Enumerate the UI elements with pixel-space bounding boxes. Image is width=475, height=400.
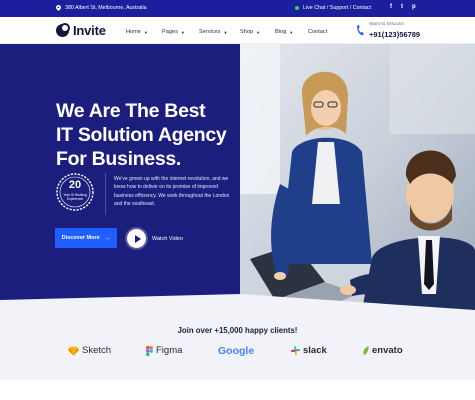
brand-slack: slack [291, 345, 327, 356]
brand-name: Sketch [82, 345, 112, 356]
badge-number: 20 [68, 179, 82, 191]
figma-logo-icon [146, 345, 153, 356]
nav-item-shop[interactable]: Shop ▼ [240, 29, 260, 35]
headline-line: IT Solution Agency [56, 124, 227, 146]
phone-icon [357, 25, 364, 36]
nav-item-services[interactable]: Services ▼ [199, 29, 227, 35]
brand-name: Figma [156, 345, 183, 356]
brand-google: Google [218, 345, 254, 357]
nav-item-home[interactable]: Home ▼ [126, 29, 148, 35]
nav-label: Contact [308, 29, 328, 35]
badge-seal-icon [56, 173, 94, 211]
nav-item-pages[interactable]: Pages ▼ [162, 29, 185, 35]
hero-description: We've grown up with the internet revolut… [114, 176, 230, 207]
chevron-down-icon: ▼ [256, 29, 261, 35]
nav-label: Blog [275, 29, 287, 35]
hero-section [0, 44, 240, 300]
page-footer-space [0, 380, 475, 400]
badge-caption: Year Of Working Experience [63, 193, 87, 201]
nav-label: Home [126, 29, 141, 35]
chevron-down-icon: ▼ [223, 29, 228, 35]
brand-name: slack [303, 345, 327, 356]
nav-label: Pages [162, 29, 178, 35]
live-chat-link[interactable]: Live Chat / Support / Contact [295, 5, 371, 11]
twitter-icon[interactable]: t [401, 4, 403, 10]
nav-item-contact[interactable]: Contact [308, 29, 327, 35]
watch-video-link[interactable]: Watch Video [152, 236, 183, 242]
site-header: Invite Home ▼ Pages ▼ Services ▼ Shop ▼ Blog… [0, 17, 475, 44]
live-chat-text[interactable]: Live Chat / Support / Contact [303, 5, 371, 11]
top-bar: 380 Albert St, Melbourne, Australia Live… [0, 0, 475, 17]
chevron-down-icon: ▼ [180, 29, 185, 35]
nav-item-blog[interactable]: Blog ▼ [275, 29, 293, 35]
address-text: 380 Albert St, Melbourne, Australia [65, 5, 147, 11]
slack-logo-icon [291, 346, 300, 355]
brand-name: envato [372, 345, 403, 356]
chevron-down-icon: ▼ [143, 29, 148, 35]
facebook-icon[interactable]: f [390, 4, 392, 10]
brand-figma: Figma [146, 345, 182, 356]
nav-label: Services [199, 29, 221, 35]
envato-leaf-icon [363, 346, 369, 355]
office-team-illustration [240, 44, 475, 320]
pinterest-icon[interactable]: p [412, 4, 416, 10]
experience-badge: 20 Year Of Working Experience [55, 172, 95, 212]
headline-line: For Business. [56, 148, 182, 170]
divider [105, 173, 106, 215]
hero-photo [240, 44, 475, 320]
brand-envato: envato [363, 345, 403, 356]
sketch-logo-icon [68, 346, 79, 356]
phone-number[interactable]: +91(123)56789 [369, 30, 420, 39]
discover-more-button[interactable]: Discover More → [55, 228, 117, 248]
discover-more-label: Discover More [61, 235, 100, 241]
status-dot-icon [295, 6, 299, 10]
social-links: f t p [390, 4, 416, 10]
chevron-down-icon: ▼ [289, 29, 294, 35]
brand-sketch: Sketch [68, 345, 111, 356]
play-video-button[interactable] [127, 229, 146, 248]
play-icon [134, 234, 141, 243]
address-info: 380 Albert St, Melbourne, Australia [56, 5, 147, 11]
arrow-right-icon: → [103, 234, 111, 242]
nav-label: Shop [240, 29, 254, 35]
brand-name: Google [218, 345, 255, 357]
headline-line: We Are The Best [56, 100, 206, 122]
discuss-label: Want to Discuss: [369, 22, 405, 27]
hero-headline: We Are The Best IT Solution Agency For B… [56, 99, 246, 171]
location-icon [56, 5, 61, 11]
clients-heading: Join over +15,000 happy clients! [177, 326, 298, 335]
